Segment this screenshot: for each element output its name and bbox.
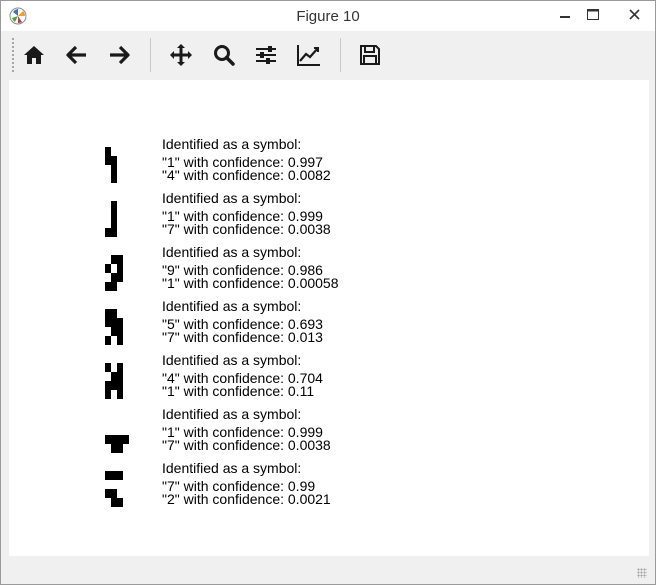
glyph-pixel	[117, 327, 123, 336]
maximize-icon	[587, 8, 599, 20]
glyph-pixel	[123, 435, 129, 444]
figure-window: Figure 10 Identified as a symbol: "1" wi…	[0, 0, 656, 585]
glyph-pixel	[111, 210, 117, 219]
zoom-button[interactable]	[206, 37, 242, 73]
close-icon	[628, 8, 640, 20]
status-bar	[9, 558, 649, 580]
glyph-pixel	[105, 264, 111, 273]
resize-grip[interactable]	[637, 568, 647, 578]
glyph-pixel	[111, 219, 117, 228]
symbol-glyph	[105, 147, 129, 183]
result-header: Identified as a symbol:	[162, 136, 302, 152]
glyph-pixel	[117, 318, 123, 327]
symbol-glyph	[105, 255, 129, 291]
glyph-pixel	[117, 498, 123, 507]
glyph-pixel	[111, 174, 117, 183]
glyph-pixel	[111, 156, 117, 165]
second-prediction: "7" with confidence: 0.013	[162, 329, 323, 345]
navigation-toolbar	[9, 33, 649, 78]
maximize-button[interactable]	[577, 1, 609, 27]
glyph-pixel	[111, 228, 117, 237]
title-bar[interactable]: Figure 10	[1, 1, 655, 31]
configure-subplots-button[interactable]	[248, 37, 284, 73]
second-prediction: "7" with confidence: 0.0038	[162, 437, 331, 453]
glyph-pixel	[105, 147, 111, 156]
figure-canvas[interactable]: Identified as a symbol: "1" with confiden…	[9, 80, 649, 556]
glyph-pixel	[111, 165, 117, 174]
glyph-pixel	[117, 390, 123, 399]
configure-subplots-icon	[256, 46, 276, 64]
glyph-pixel	[117, 264, 123, 273]
edit-axis-icon	[297, 45, 320, 66]
close-button[interactable]	[613, 1, 655, 27]
forward-arrow-icon	[110, 45, 130, 65]
result-header: Identified as a symbol:	[162, 406, 302, 422]
glyph-pixel	[117, 336, 123, 345]
glyph-pixel	[117, 381, 123, 390]
glyph-pixel	[117, 471, 123, 480]
back-arrow-icon	[66, 45, 86, 65]
glyph-pixel	[117, 363, 123, 372]
back-button[interactable]	[59, 37, 95, 73]
second-prediction: "1" with confidence: 0.11	[162, 383, 315, 399]
save-button[interactable]	[352, 37, 388, 73]
result-header: Identified as a symbol:	[162, 460, 302, 476]
pan-button[interactable]	[163, 37, 199, 73]
symbol-glyph	[105, 309, 129, 345]
second-prediction: "2" with confidence: 0.0021	[162, 491, 331, 507]
pan-icon	[170, 44, 192, 66]
glyph-pixel	[111, 489, 117, 498]
toolbar-separator	[340, 38, 341, 72]
glyph-pixel	[105, 390, 111, 399]
symbol-glyph	[105, 471, 129, 507]
toolbar-grip[interactable]	[11, 37, 15, 73]
second-prediction: "7" with confidence: 0.0038	[162, 221, 331, 237]
glyph-pixel	[117, 273, 123, 282]
home-icon	[24, 46, 44, 64]
edit-axis-button[interactable]	[291, 37, 327, 73]
second-prediction: "4" with confidence: 0.0082	[162, 167, 331, 183]
symbol-glyph	[105, 363, 129, 399]
result-header: Identified as a symbol:	[162, 190, 302, 206]
glyph-pixel	[117, 255, 123, 264]
glyph-pixel	[111, 201, 117, 210]
symbol-glyph	[105, 417, 129, 453]
result-header: Identified as a symbol:	[162, 244, 302, 260]
result-header: Identified as a symbol:	[162, 352, 302, 368]
symbol-glyph	[105, 201, 129, 237]
forward-button[interactable]	[101, 37, 137, 73]
glyph-pixel	[111, 309, 117, 318]
glyph-pixel	[111, 282, 117, 291]
glyph-pixel	[117, 444, 123, 453]
second-prediction: "1" with confidence: 0.00058	[162, 275, 339, 291]
minimize-icon	[560, 16, 570, 18]
toolbar-separator	[150, 38, 151, 72]
glyph-pixel	[117, 372, 123, 381]
save-icon	[360, 45, 380, 65]
home-button[interactable]	[16, 37, 52, 73]
zoom-icon	[214, 45, 235, 66]
result-header: Identified as a symbol:	[162, 298, 302, 314]
glyph-pixel	[105, 363, 111, 372]
glyph-pixel	[105, 336, 111, 345]
